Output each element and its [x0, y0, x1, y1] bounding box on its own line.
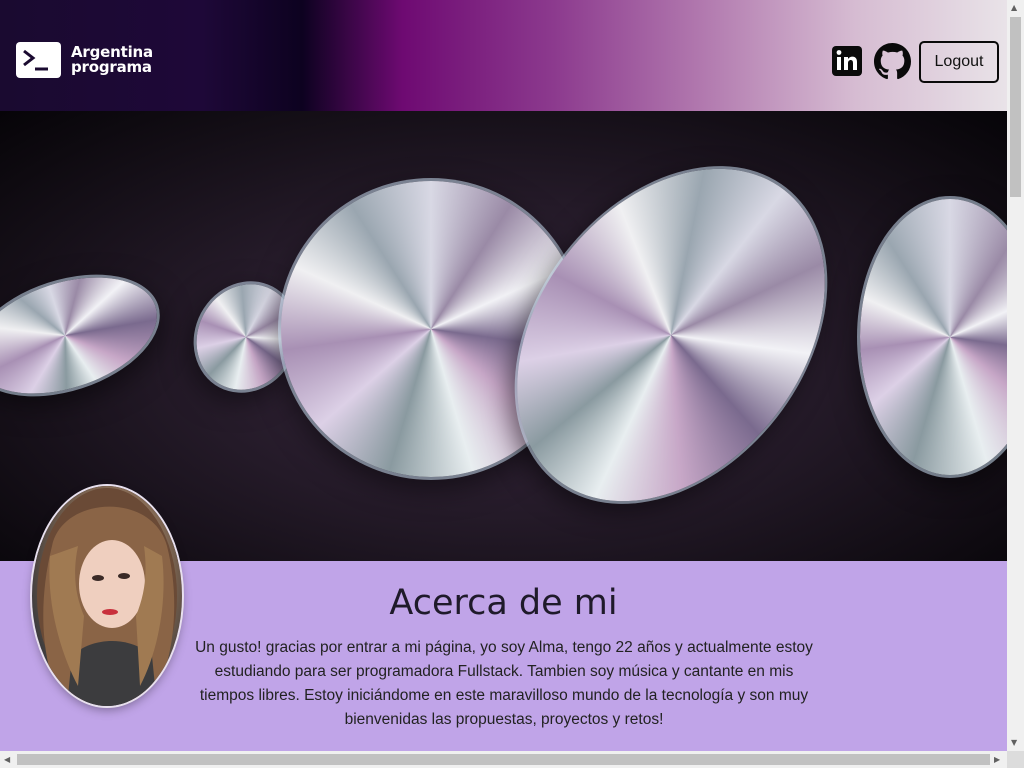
scroll-down-icon[interactable]: ▼: [1011, 738, 1017, 747]
scroll-left-icon[interactable]: ◀: [4, 755, 10, 764]
linkedin-icon[interactable]: [832, 46, 862, 76]
about-title: Acerca de mi: [389, 583, 618, 623]
logout-button[interactable]: Logout: [919, 41, 999, 83]
banner-disc: [860, 199, 1007, 475]
holographic-discs-banner: [0, 111, 1007, 561]
scrollbar-corner: [1007, 751, 1024, 768]
top-navbar: Argentina programa Logout: [0, 0, 1007, 111]
terminal-icon: [16, 42, 61, 78]
scroll-right-icon[interactable]: ▶: [994, 755, 1000, 764]
banner-disc: [0, 256, 172, 415]
about-description: Un gusto! gracias por entrar a mi página…: [195, 639, 813, 728]
horizontal-scrollbar[interactable]: ◀ ▶: [0, 751, 1007, 768]
argentina-programa-logo[interactable]: Argentina programa: [16, 42, 153, 78]
github-icon[interactable]: [874, 43, 911, 80]
vertical-scrollbar[interactable]: ▲ ▼: [1007, 0, 1024, 751]
logo-line2: programa: [71, 58, 152, 76]
logo-text: Argentina programa: [71, 45, 153, 75]
horizontal-scroll-thumb[interactable]: [17, 754, 990, 765]
vertical-scroll-thumb[interactable]: [1010, 17, 1021, 197]
scroll-up-icon[interactable]: ▲: [1011, 3, 1017, 12]
